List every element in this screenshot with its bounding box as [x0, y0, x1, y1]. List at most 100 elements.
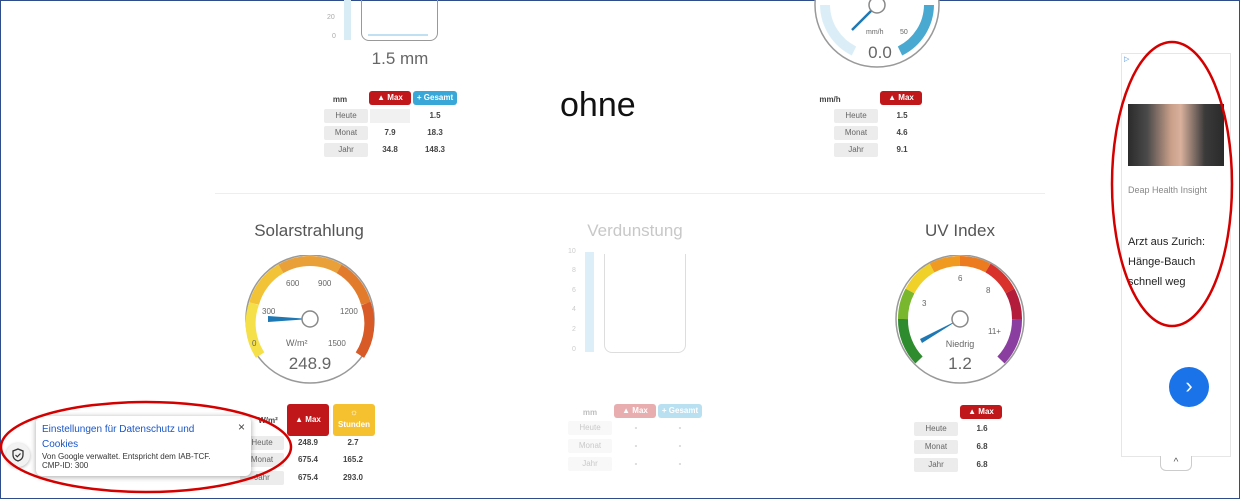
rate-max-button[interactable]: ▲ Max	[880, 91, 922, 105]
solar-cell: 2.7	[347, 438, 359, 447]
rain-cell: 148.3	[424, 145, 446, 154]
rain-value: 1.5 mm	[371, 49, 429, 68]
solar-tick: 600	[286, 279, 300, 288]
rain-cell-bg	[370, 109, 410, 123]
uv-max-button[interactable]: ▲ Max	[960, 405, 1002, 419]
rain-cell: 7.9	[384, 128, 396, 137]
solar-value: 248.9	[288, 354, 332, 373]
sun-icon: ☼	[349, 407, 359, 417]
evap-row-label: Jahr	[568, 457, 612, 471]
evap-unit: mm	[582, 408, 598, 417]
uv-tick: 11+	[988, 327, 1001, 336]
ad-headline[interactable]: Arzt aus Zurich: Hänge-Bauch schnell weg	[1128, 232, 1228, 292]
solar-hours-button[interactable]: ☼ Stunden	[333, 404, 375, 436]
evap-row-label: Heute	[568, 421, 612, 435]
solar-tick: 1500	[328, 339, 346, 348]
rate-unit: mm/h	[819, 95, 841, 104]
rate-cell: 9.1	[896, 145, 908, 154]
evap-max-button[interactable]: ▲ Max	[614, 404, 656, 418]
solar-cell: 293.0	[342, 473, 364, 482]
evap-row-label: Monat	[568, 439, 612, 453]
evap-cell: -	[678, 423, 682, 432]
uv-title: UV Index	[925, 221, 995, 240]
evap-cell: -	[634, 441, 638, 450]
chevron-right-icon[interactable]: ›	[1169, 367, 1209, 407]
rate-gauge-unit: mm/h	[866, 29, 884, 36]
adchoices-icon[interactable]: ▷	[1124, 55, 1129, 63]
uv-cell: 6.8	[976, 442, 988, 451]
evap-cell: -	[678, 441, 682, 450]
rate-row-label: Jahr	[834, 143, 878, 157]
rate-cell: 4.6	[896, 128, 908, 137]
uv-row-label: Heute	[914, 422, 958, 436]
ad-panel[interactable]: ▷ Deap Health Insight Arzt aus Zurich: H…	[1121, 53, 1231, 457]
solar-tick: 0	[252, 339, 257, 348]
uv-tick: 8	[986, 286, 991, 295]
rate-gauge-tick: 50	[900, 29, 908, 36]
rain-cell: 18.3	[427, 128, 443, 137]
solar-title: Solarstrahlung	[254, 221, 364, 240]
evap-axis-tick: 10	[568, 248, 576, 255]
rain-row-label: Monat	[324, 126, 368, 140]
rain-row-label: Heute	[324, 109, 368, 123]
solar-unit: W/m²	[258, 416, 278, 425]
rate-value: 0.0	[868, 43, 892, 62]
evap-cell: -	[634, 459, 638, 468]
solar-gauge-unit: W/m²	[286, 338, 308, 348]
shield-icon	[12, 448, 24, 462]
rain-total-label: Gesamt	[423, 93, 454, 102]
privacy-shield-button[interactable]	[6, 443, 30, 467]
solar-max-label: Max	[305, 415, 321, 424]
evap-total-label: Gesamt	[668, 406, 699, 415]
rate-cell: 1.5	[896, 111, 908, 120]
evap-scale-bar	[585, 252, 594, 352]
close-icon[interactable]: ×	[238, 420, 245, 434]
evap-axis-tick: 6	[572, 287, 576, 294]
solar-max-button[interactable]: ▲ Max	[287, 404, 329, 436]
rate-row-label: Heute	[834, 109, 878, 123]
rain-total-button[interactable]: + Gesamt	[413, 91, 457, 105]
rain-fill	[368, 34, 428, 36]
ad-collapse-button[interactable]: ^	[1160, 456, 1192, 471]
consent-title[interactable]: Einstellungen für Datenschutz und Cookie…	[42, 422, 222, 452]
uv-max-label: Max	[978, 407, 994, 416]
ad-headline-line: Hänge-Bauch	[1128, 256, 1196, 268]
evap-axis-tick: 4	[572, 306, 576, 313]
solar-tick: 300	[262, 307, 276, 316]
uv-value: 1.2	[948, 354, 972, 373]
solar-tick: 900	[318, 279, 332, 288]
uv-tick: 3	[922, 299, 927, 308]
solar-tick: 1200	[340, 307, 358, 316]
evap-cell: -	[678, 459, 682, 468]
rain-max-button[interactable]: ▲ Max	[369, 91, 411, 105]
evap-gauge-container	[604, 254, 686, 353]
annotation-text: ohne	[560, 86, 636, 124]
uv-tick: 6	[958, 274, 963, 283]
solar-cell: 165.2	[342, 455, 364, 464]
evap-axis-tick: 2	[572, 326, 576, 333]
evap-axis-tick: 8	[572, 267, 576, 274]
rain-axis-tick: 20	[327, 14, 335, 21]
uv-row-label: Jahr	[914, 458, 958, 472]
solar-cell: 675.4	[297, 473, 319, 482]
rain-axis-tick: 0	[332, 33, 336, 40]
uv-cell: 1.6	[976, 424, 988, 433]
rate-max-label: Max	[898, 93, 914, 102]
evap-axis-tick: 0	[572, 346, 576, 353]
consent-popup[interactable]: Einstellungen für Datenschutz und Cookie…	[36, 416, 251, 476]
rain-row-label: Jahr	[324, 143, 368, 157]
rain-cell: 1.5	[429, 111, 441, 120]
ad-headline-line: schnell weg	[1128, 276, 1186, 288]
solar-cell: 675.4	[297, 455, 319, 464]
uv-row-label: Monat	[914, 440, 958, 454]
ad-headline-line: Arzt aus Zurich:	[1128, 236, 1206, 248]
evap-total-button[interactable]: + Gesamt	[658, 404, 702, 418]
rain-cell: 34.8	[382, 145, 398, 154]
ad-source[interactable]: Deap Health Insight	[1128, 185, 1207, 195]
consent-text: Von Google verwaltet. Entspricht dem IAB…	[42, 452, 247, 470]
consent-text-line: Von Google verwaltet. Entspricht dem IAB…	[42, 452, 211, 461]
uv-level-label: Niedrig	[945, 339, 975, 349]
ad-image[interactable]	[1128, 104, 1224, 166]
solar-hours-label: Stunden	[338, 420, 370, 429]
rain-unit: mm	[332, 95, 348, 104]
